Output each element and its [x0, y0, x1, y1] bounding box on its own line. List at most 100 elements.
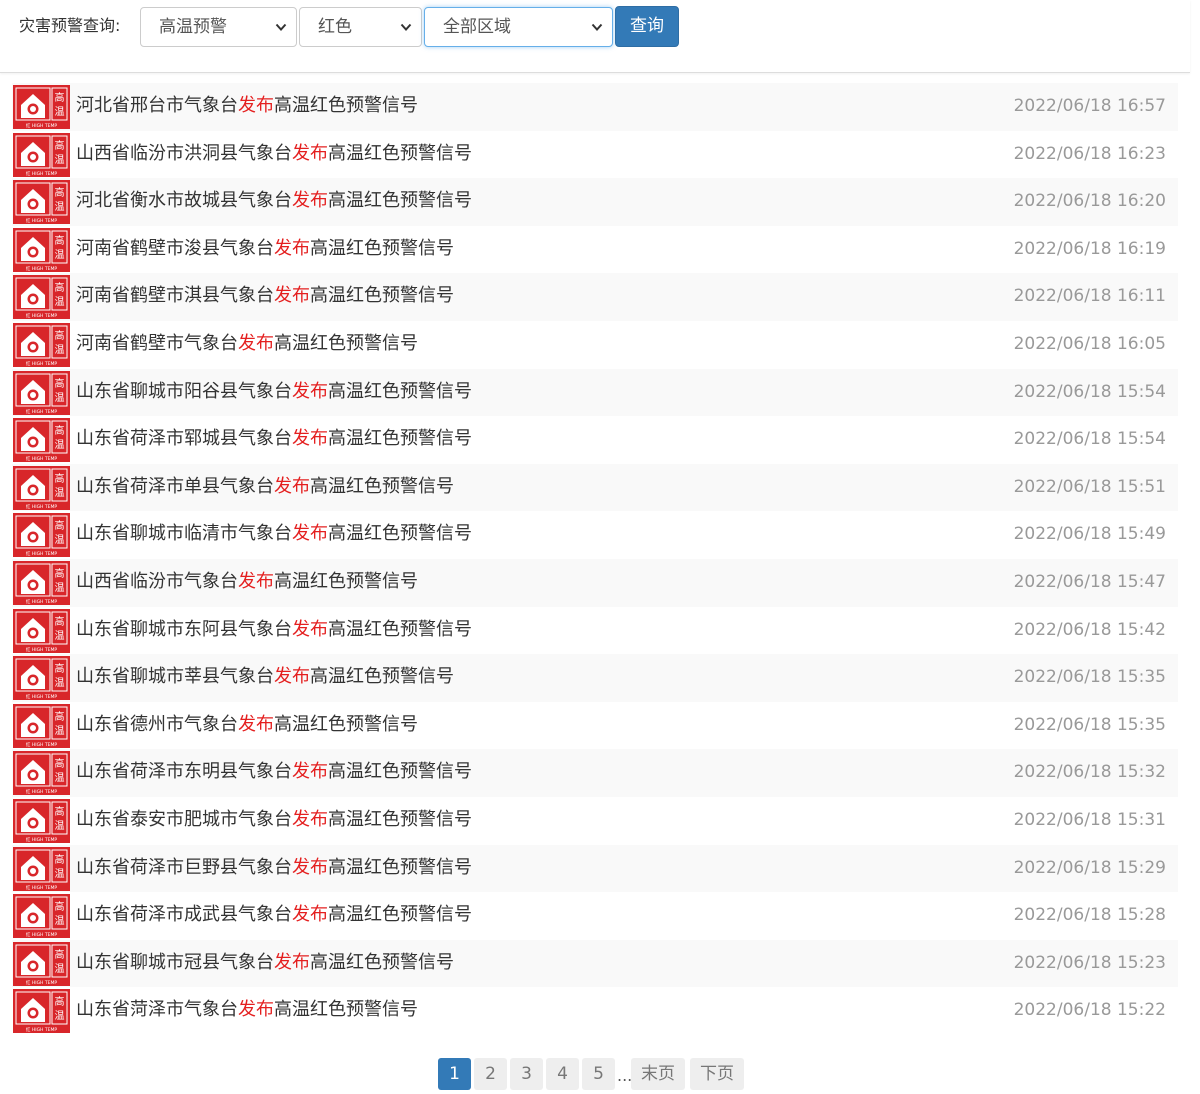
badge-char-2: 温	[55, 725, 65, 737]
warning-signal: 高温红色预警信号	[328, 142, 472, 164]
warning-row[interactable]: 高 温 红 HIGH TEMP 河南省鹤壁市淇县气象台发布高温红色预警信号 20…	[12, 273, 1178, 321]
badge-footer: 红 HIGH TEMP	[26, 217, 57, 224]
badge-footer: 红 HIGH TEMP	[26, 931, 57, 938]
warning-signal: 高温红色预警信号	[274, 713, 418, 735]
badge-char-1: 高	[55, 472, 65, 485]
warning-signal: 高温红色预警信号	[328, 618, 472, 640]
warning-title[interactable]: 山东省菏泽市气象台发布高温红色预警信号	[76, 999, 418, 1021]
warning-row[interactable]: 高 温 红 HIGH TEMP 山东省荷泽市巨野县气象台发布高温红色预警信号 2…	[12, 844, 1178, 893]
warning-title[interactable]: 山东省聊城市冠县气象台发布高温红色预警信号	[76, 952, 454, 974]
badge-footer: 红 HIGH TEMP	[26, 550, 57, 557]
warning-row[interactable]: 高 温 红 HIGH TEMP 河北省邢台市气象台发布高温红色预警信号 2022…	[12, 83, 1178, 131]
badge-char-1: 高	[55, 91, 65, 104]
warning-title[interactable]: 山东省荷泽市巨野县气象台发布高温红色预警信号	[76, 857, 472, 879]
warning-title[interactable]: 山西省临汾市洪洞县气象台发布高温红色预警信号	[76, 143, 472, 165]
warning-row[interactable]: 高 温 红 HIGH TEMP 河南省鹤壁市浚县气象台发布高温红色预警信号 20…	[12, 226, 1178, 274]
warning-row[interactable]: 高 温 红 HIGH TEMP 山东省聊城市临清市气象台发布高温红色预警信号 2…	[12, 511, 1178, 559]
high-temperature-warning-icon: 高 温 红 HIGH TEMP	[13, 989, 70, 1034]
page-button-4[interactable]: 4	[546, 1058, 579, 1090]
warning-title[interactable]: 河北省衡水市故城县气象台发布高温红色预警信号	[76, 190, 472, 212]
badge-char-2: 温	[55, 344, 65, 356]
warning-issuer: 河南省鹤壁市浚县气象台	[76, 237, 274, 259]
badge-char-2: 温	[55, 963, 65, 975]
badge-char-1: 高	[55, 567, 65, 580]
warning-verb: 发布	[292, 904, 328, 926]
warning-signal: 高温红色预警信号	[328, 856, 472, 878]
warning-row[interactable]: 高 温 红 HIGH TEMP 山东省聊城市冠县气象台发布高温红色预警信号 20…	[12, 939, 1178, 988]
warning-title[interactable]: 河南省鹤壁市淇县气象台发布高温红色预警信号	[76, 285, 454, 307]
next-page-button[interactable]: 下页	[690, 1058, 744, 1090]
badge-char-1: 高	[55, 995, 65, 1008]
badge-char-1: 高	[55, 615, 65, 628]
query-button[interactable]: 查询	[615, 6, 679, 47]
warning-title[interactable]: 山东省荷泽市东明县气象台发布高温红色预警信号	[76, 761, 472, 783]
warning-title[interactable]: 山东省聊城市东阿县气象台发布高温红色预警信号	[76, 619, 472, 641]
warning-color-select[interactable]: 红色	[299, 7, 422, 47]
warning-verb: 发布	[292, 808, 328, 830]
warning-issuer: 山东省聊城市冠县气象台	[76, 951, 274, 973]
warning-issuer: 河南省鹤壁市气象台	[76, 332, 238, 354]
badge-footer: 红 HIGH TEMP	[26, 693, 57, 700]
warning-row[interactable]: 高 温 红 HIGH TEMP 山东省荷泽市成武县气象台发布高温红色预警信号 2…	[12, 892, 1178, 940]
warning-row[interactable]: 高 温 红 HIGH TEMP 山东省聊城市东阿县气象台发布高温红色预警信号 2…	[12, 607, 1178, 655]
warning-title[interactable]: 河南省鹤壁市浚县气象台发布高温红色预警信号	[76, 238, 454, 260]
warning-row[interactable]: 高 温 红 HIGH TEMP 山东省聊城市莘县气象台发布高温红色预警信号 20…	[12, 654, 1178, 702]
warning-title[interactable]: 山东省聊城市阳谷县气象台发布高温红色预警信号	[76, 381, 472, 403]
warning-time: 2022/06/18 15:42	[1013, 619, 1166, 640]
warning-row[interactable]: 高 温 红 HIGH TEMP 山东省聊城市阳谷县气象台发布高温红色预警信号 2…	[12, 368, 1178, 417]
warning-row[interactable]: 高 温 红 HIGH TEMP 河北省衡水市故城县气象台发布高温红色预警信号 2…	[12, 178, 1178, 226]
badge-char-1: 高	[55, 900, 65, 913]
badge-footer: 红 HIGH TEMP	[26, 360, 57, 367]
warning-issuer: 山东省聊城市阳谷县气象台	[76, 380, 292, 402]
high-temperature-warning-icon: 高 温 红 HIGH TEMP	[13, 846, 70, 891]
warning-row[interactable]: 高 温 红 HIGH TEMP 河南省鹤壁市气象台发布高温红色预警信号 2022…	[12, 321, 1178, 369]
badge-footer: 红 HIGH TEMP	[26, 408, 57, 415]
warning-issuer: 山东省泰安市肥城市气象台	[76, 808, 292, 830]
warning-row[interactable]: 高 温 红 HIGH TEMP 山西省临汾市洪洞县气象台发布高温红色预警信号 2…	[12, 131, 1178, 179]
warning-row[interactable]: 高 温 红 HIGH TEMP 山东省荷泽市单县气象台发布高温红色预警信号 20…	[12, 463, 1178, 512]
warning-verb: 发布	[274, 475, 310, 497]
page-button-5[interactable]: 5	[582, 1058, 615, 1090]
warning-row[interactable]: 高 温 红 HIGH TEMP 山东省泰安市肥城市气象台发布高温红色预警信号 2…	[12, 797, 1178, 845]
high-temperature-warning-icon: 高 温 红 HIGH TEMP	[13, 227, 70, 272]
warning-list: 高 温 红 HIGH TEMP 河北省邢台市气象台发布高温红色预警信号 2022…	[12, 83, 1178, 1035]
warning-row[interactable]: 高 温 红 HIGH TEMP 山东省德州市气象台发布高温红色预警信号 2022…	[12, 702, 1178, 750]
warning-title[interactable]: 山东省荷泽市成武县气象台发布高温红色预警信号	[76, 904, 472, 926]
badge-footer: 红 HIGH TEMP	[26, 598, 57, 605]
warning-issuer: 山东省荷泽市东明县气象台	[76, 761, 292, 783]
warning-title[interactable]: 山东省聊城市莘县气象台发布高温红色预警信号	[76, 666, 454, 688]
badge-char-2: 温	[55, 106, 65, 118]
region-select[interactable]: 全部区域	[424, 7, 613, 47]
warning-issuer: 山东省荷泽市单县气象台	[76, 475, 274, 497]
page-button-1[interactable]: 1	[438, 1058, 471, 1090]
badge-char-2: 温	[55, 677, 65, 689]
warning-row[interactable]: 高 温 红 HIGH TEMP 山东省荷泽市东明县气象台发布高温红色预警信号 2…	[12, 749, 1178, 797]
warning-title[interactable]: 山东省聊城市临清市气象台发布高温红色预警信号	[76, 523, 472, 545]
page-button-2[interactable]: 2	[474, 1058, 507, 1090]
warning-row[interactable]: 高 温 红 HIGH TEMP 山东省菏泽市气象台发布高温红色预警信号 2022…	[12, 987, 1178, 1035]
warning-title[interactable]: 山西省临汾市气象台发布高温红色预警信号	[76, 571, 418, 593]
high-temperature-warning-icon: 高 温 红 HIGH TEMP	[13, 656, 70, 701]
warning-time: 2022/06/18 16:05	[1013, 333, 1166, 354]
high-temperature-warning-icon: 高 温 红 HIGH TEMP	[13, 798, 70, 843]
warning-type-select[interactable]: 高温预警	[140, 7, 297, 47]
badge-char-1: 高	[55, 710, 65, 723]
warning-verb: 发布	[238, 713, 274, 735]
warning-time: 2022/06/18 16:19	[1013, 238, 1166, 259]
warning-title[interactable]: 山东省泰安市肥城市气象台发布高温红色预警信号	[76, 809, 472, 831]
warning-title[interactable]: 山东省荷泽市单县气象台发布高温红色预警信号	[76, 476, 454, 498]
warning-time: 2022/06/18 15:23	[1013, 952, 1166, 973]
badge-char-1: 高	[55, 805, 65, 818]
badge-char-2: 温	[55, 1010, 65, 1022]
warning-title[interactable]: 山东省德州市气象台发布高温红色预警信号	[76, 714, 418, 736]
warning-verb: 发布	[292, 618, 328, 640]
warning-row[interactable]: 高 温 红 HIGH TEMP 山东省荷泽市郓城县气象台发布高温红色预警信号 2…	[12, 416, 1178, 464]
warning-title[interactable]: 河北省邢台市气象台发布高温红色预警信号	[76, 95, 418, 117]
page-button-3[interactable]: 3	[510, 1058, 543, 1090]
last-page-button[interactable]: 末页	[631, 1058, 685, 1090]
warning-signal: 高温红色预警信号	[310, 237, 454, 259]
badge-char-2: 温	[55, 439, 65, 451]
warning-title[interactable]: 河南省鹤壁市气象台发布高温红色预警信号	[76, 333, 418, 355]
warning-row[interactable]: 高 温 红 HIGH TEMP 山西省临汾市气象台发布高温红色预警信号 2022…	[12, 558, 1178, 607]
warning-title[interactable]: 山东省荷泽市郓城县气象台发布高温红色预警信号	[76, 428, 472, 450]
